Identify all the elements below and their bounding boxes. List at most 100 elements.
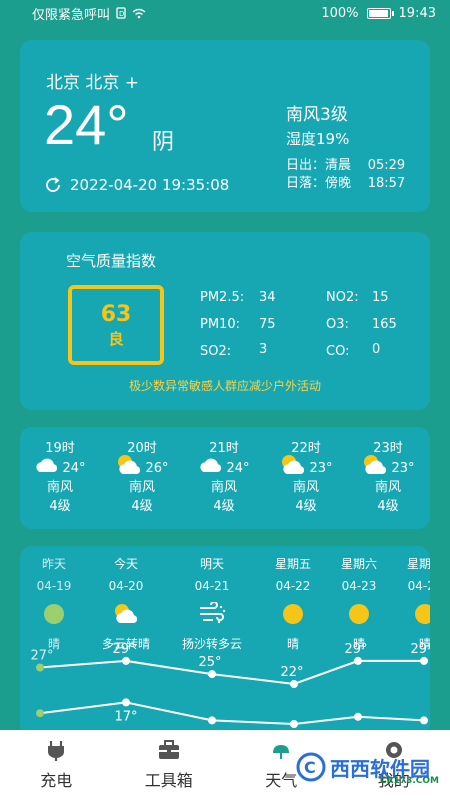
high-temp-line-point — [354, 656, 362, 665]
pm10-value: 75 — [259, 317, 276, 332]
low-temp-line-point — [208, 716, 216, 725]
hour-wind-level: 4级 — [131, 499, 153, 514]
sun-times: 日出：清晨 05:29 日落：傍晚 18:57 — [286, 157, 405, 193]
so2-label: SO2: — [200, 344, 232, 359]
sunset-period: 傍晚 — [325, 176, 352, 191]
hour-wind-level: 4级 — [295, 499, 317, 514]
aqi-badge: 63 良 — [68, 285, 164, 365]
hour-icon-row: 26° — [112, 455, 172, 478]
temperature-chart: 27° 29° 25° 22° 29° 29° 17° — [30, 642, 430, 728]
high-temp-line — [39, 659, 424, 686]
current-weather-card: 北京 北京 + 24° 阴 2022-04-20 19:35:08 南风3级 湿… — [20, 40, 430, 212]
high-temp-label: 25° — [198, 655, 221, 670]
sunset-label: 日落： — [286, 176, 326, 191]
hourly-forecast-card[interactable]: 19时 24° 南风 4级 20时 26° 南风 4级 21时 24° 南风 4… — [20, 427, 430, 529]
hourly-item: 20时 26° 南风 4级 — [112, 439, 172, 516]
hour-wind-level: 4级 — [49, 499, 71, 514]
hour-icon-row: 23° — [358, 455, 418, 478]
hourly-item: 21时 24° 南风 4级 — [194, 439, 254, 516]
status-bar: 仅限紧急呼叫 D 100% 19:43 — [0, 0, 450, 26]
current-condition: 阴 — [152, 130, 175, 155]
wifi-icon — [132, 8, 146, 18]
pm10-label: PM10: — [200, 317, 240, 332]
hour-wind: 南风 — [46, 480, 73, 495]
o3-value: 165 — [372, 317, 397, 332]
cloud-icon — [34, 456, 60, 480]
hour-icon-row: 24° — [30, 458, 90, 478]
so2-value: 3 — [259, 342, 268, 357]
hour-temp: 23° — [391, 460, 415, 476]
high-temp-label: 27° — [30, 649, 53, 664]
nav-label: 工具箱 — [144, 771, 193, 790]
daily-forecast-card[interactable]: 昨天 04-19 晴 今天 04-20 多云转晴 明天 04-21 扬沙转多云 … — [20, 546, 430, 736]
update-time: 2022-04-20 19:35:08 — [70, 176, 230, 194]
low-temp-line-point — [122, 698, 130, 707]
nav-label: 充电 — [40, 771, 73, 790]
high-temp-line-point — [420, 656, 428, 665]
aqi-value: 63 — [100, 301, 132, 327]
charge-icon — [48, 741, 65, 761]
battery-fill — [368, 9, 388, 17]
o3-label: O3: — [326, 317, 349, 332]
sunset-time: 18:57 — [367, 176, 406, 191]
high-temp-line-point — [36, 663, 44, 672]
no2-label: NO2: — [326, 290, 359, 305]
refresh-icon[interactable] — [44, 176, 62, 194]
toolbox-icon — [158, 740, 179, 759]
sim-icon: D — [116, 7, 126, 19]
svg-text:C: C — [304, 758, 316, 777]
hourly-item: 19时 24° 南风 4级 — [30, 439, 90, 516]
aqi-card: 空气质量指数 63 良 PM2.5: 34 PM10: 75 SO2: 3 NO… — [20, 232, 430, 410]
watermark-logo: C 西西软件园 CR173.COM — [296, 752, 439, 786]
pm25-label: PM2.5: — [200, 290, 245, 305]
hour-temp: 23° — [309, 460, 333, 476]
hour-temp: 26° — [145, 460, 169, 476]
battery-icon — [366, 7, 394, 19]
aqi-advice: 极少数异常敏感人群应减少户外活动 — [128, 379, 321, 393]
high-temp-label: 22° — [280, 665, 303, 680]
clock: 19:43 — [398, 5, 436, 21]
hour-wind: 南风 — [210, 480, 237, 495]
high-temp-line-point — [290, 680, 298, 688]
sunrise-row: 日出：清晨 05:29 — [286, 157, 405, 175]
aqi-title: 空气质量指数 — [66, 252, 157, 270]
low-temp-line — [39, 701, 425, 726]
current-temperature: 24° — [44, 93, 129, 156]
carrier-text: 仅限紧急呼叫 — [32, 7, 111, 23]
humidity-info: 湿度19% — [286, 130, 350, 148]
co-label: CO: — [326, 344, 350, 359]
hour-icon-row: 23° — [276, 455, 336, 478]
weather-icon — [273, 745, 290, 759]
high-temp-line-point — [122, 656, 130, 665]
pm25-value: 34 — [259, 290, 276, 305]
sunrise-label: 日出： — [286, 158, 326, 173]
refresh-row[interactable]: 2022-04-20 19:35:08 — [44, 176, 229, 194]
co-value: 0 — [372, 342, 381, 357]
low-temp-line-point — [420, 716, 428, 725]
status-right: 100% 19:43 — [321, 6, 436, 21]
low-temp-line-point — [36, 709, 44, 718]
wind-info: 南风3级 — [286, 105, 348, 125]
low-temp-line-point — [354, 712, 362, 721]
hour-temp: 24° — [62, 460, 86, 476]
low-temp-label: 17° — [114, 709, 137, 724]
aqi-level: 良 — [108, 329, 124, 348]
sunrise-period: 清晨 — [325, 158, 352, 173]
hour-wind-level: 4级 — [377, 499, 399, 514]
status-left: 仅限紧急呼叫 D — [32, 4, 146, 23]
nav-charge[interactable]: 充电 — [0, 730, 113, 800]
nav-label: 天气 — [265, 771, 298, 790]
battery-percent: 100% — [321, 5, 359, 21]
high-temp-label: 29° — [344, 642, 367, 657]
high-temp-line-point — [208, 670, 216, 679]
nav-toolbox[interactable]: 工具箱 — [113, 730, 226, 800]
cloud-icon — [198, 456, 224, 480]
hourly-item: 23时 23° 南风 4级 — [358, 439, 418, 516]
watermark-emblem-icon: C — [296, 752, 326, 782]
no2-value: 15 — [372, 290, 389, 305]
hourly-item: 22时 23° 南风 4级 — [276, 439, 336, 516]
low-temp-line-point — [290, 720, 298, 728]
svg-text:D: D — [119, 10, 124, 18]
hour-temp: 24° — [226, 460, 250, 476]
hour-icon-row: 24° — [194, 458, 254, 478]
